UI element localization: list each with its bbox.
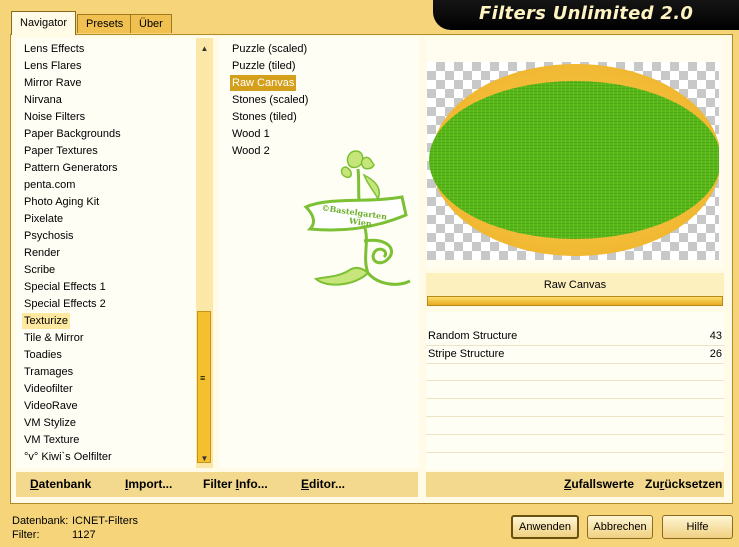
zuruecksetzen-button[interactable]: Zurücksetzen [645,472,722,497]
category-item[interactable]: Scribe [22,262,57,278]
filter-item[interactable]: Stones (tiled) [230,109,299,125]
param-random-structure[interactable]: Random Structure 43 [426,328,724,346]
category-item[interactable]: penta.com [22,177,77,193]
parameters-panel: Random Structure 43 Stripe Structure 26 [426,312,724,470]
filter-item[interactable]: Puzzle (scaled) [230,41,309,57]
category-item[interactable]: Toadies [22,347,64,363]
category-item[interactable]: Pattern Generators [22,160,120,176]
category-item[interactable]: Psychosis [22,228,76,244]
apply-button[interactable]: Anwenden [511,515,579,539]
filter-item[interactable]: Raw Canvas [230,75,297,91]
category-item[interactable]: Tramages [22,364,75,380]
category-item[interactable]: VideoRave [22,398,80,414]
app-title: Filters Unlimited 2.0 [479,3,694,24]
category-item[interactable]: °v° Kiwi`s Oelfilter [22,449,114,465]
watermark-logo: ©Bastelgarten Wien [303,150,411,286]
grip-icon: ≡ [200,373,206,383]
param-value: 26 [709,348,722,360]
category-item[interactable]: Paper Backgrounds [22,126,123,142]
filter-item[interactable]: Stones (scaled) [230,92,310,108]
selected-filter-name: Raw Canvas [426,273,724,297]
category-item[interactable]: Mirror Rave [22,75,83,91]
tab-navigator[interactable]: Navigator [11,11,77,35]
category-item[interactable]: Nirvana [22,92,64,108]
category-item[interactable]: Texturize [22,313,71,329]
category-list[interactable]: Lens Effects Lens Flares Mirror Rave Nirvan… [16,38,196,468]
scroll-down-arrow-icon[interactable]: ▼ [196,450,213,467]
status-datenbank-value: ICNET-Filters [72,515,138,527]
filter-item[interactable]: Wood 2 [230,143,272,159]
status-filter-label: Filter: [12,529,40,541]
import-button[interactable]: Import... [125,472,172,497]
cancel-button[interactable]: Abbrechen [587,515,653,539]
category-scrollbar[interactable]: ▲ ≡ ▼ [196,38,213,468]
filter-item[interactable]: Wood 1 [230,126,272,142]
param-slot-divider [426,380,724,381]
param-slot-divider [426,416,724,417]
param-slot-divider [426,398,724,399]
title-banner: Filters Unlimited 2.0 [433,0,739,30]
param-label: Random Structure [428,330,518,342]
param-slot-divider [426,434,724,435]
category-item[interactable]: Photo Aging Kit [22,194,101,210]
category-item[interactable]: Tile & Mirror [22,330,85,346]
scroll-up-arrow-icon[interactable]: ▲ [196,40,213,57]
filter-item[interactable]: Puzzle (tiled) [230,58,298,74]
left-button-bar: Datenbank Import... Filter Info... Edito… [16,472,418,497]
filter-info-button[interactable]: Filter Info... [203,472,268,497]
right-button-bar: Zufallswerte Zurücksetzen [426,472,724,497]
zufallswerte-button[interactable]: Zufallswerte [564,472,634,497]
datenbank-button[interactable]: Datenbank [30,472,91,497]
category-item[interactable]: Pixelate [22,211,65,227]
category-item[interactable]: Render [22,245,62,261]
param-value: 43 [709,330,722,342]
status-datenbank-label: Datenbank: [12,515,69,527]
category-item[interactable]: Paper Textures [22,143,100,159]
param-label: Stripe Structure [428,348,505,360]
progress-bar [427,296,723,306]
param-slot-divider [426,452,724,453]
editor-button[interactable]: Editor... [301,472,345,497]
preview-image [427,62,719,260]
status-filter-value: 1127 [72,529,96,541]
category-item[interactable]: Special Effects 1 [22,279,108,295]
category-item[interactable]: Noise Filters [22,109,87,125]
category-item[interactable]: VM Texture [22,432,81,448]
help-button[interactable]: Hilfe [662,515,733,539]
param-stripe-structure[interactable]: Stripe Structure 26 [426,346,724,364]
category-item[interactable]: Lens Effects [22,41,86,57]
category-item[interactable]: VM Stylize [22,415,78,431]
scrollbar-thumb[interactable]: ≡ [197,311,211,463]
category-item[interactable]: Lens Flares [22,58,83,74]
category-item[interactable]: Special Effects 2 [22,296,108,312]
tab-presets[interactable]: Presets [77,14,133,33]
preview-canvas-green [429,81,719,239]
category-item[interactable]: Videofilter [22,381,75,397]
tab-ueber[interactable]: Über [130,14,172,33]
